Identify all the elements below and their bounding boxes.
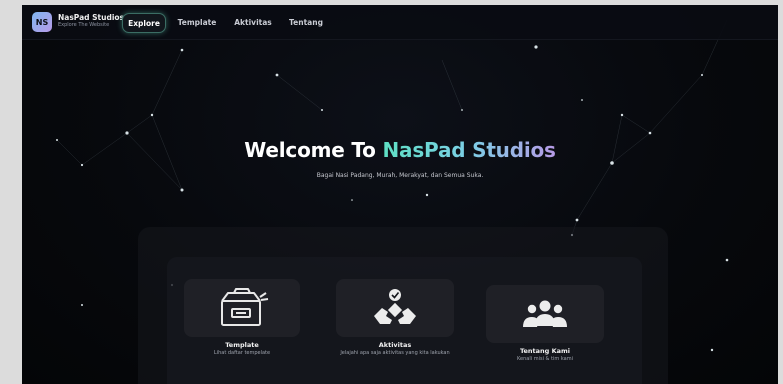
helping-hands-icon	[374, 289, 416, 324]
tab-tentang[interactable]: Tentang	[284, 13, 328, 31]
card-tentang-kami-icon-box	[486, 285, 604, 343]
brand-logo[interactable]: NS	[32, 12, 52, 32]
card-tentang-kami[interactable]: Tentang Kami Kenali misi & tim kami	[486, 285, 604, 362]
app-window: NS NasPad Studios Explore The Website Ex…	[22, 5, 778, 384]
card-aktivitas[interactable]: Aktivitas Jelajahi apa saja aktivitas ya…	[330, 279, 460, 356]
brand-name: NasPad Studios	[58, 13, 125, 22]
tab-explore[interactable]: Explore	[122, 13, 166, 33]
card-template-icon-box	[184, 279, 300, 337]
card-template[interactable]: Template Lihat daftar tempelate	[184, 279, 300, 356]
hero-title: Welcome To NasPad Studios	[22, 138, 778, 162]
card-aktivitas-title: Aktivitas	[378, 341, 412, 349]
hero-title-prefix: Welcome To	[244, 138, 383, 162]
tab-aktivitas[interactable]: Aktivitas	[228, 13, 278, 31]
hero-title-accent: NasPad Studios	[382, 138, 556, 162]
card-template-title: Template	[225, 341, 259, 349]
brand-tagline: Explore The Website	[58, 22, 110, 28]
hero-subtitle: Bagai Nasi Padang, Murah, Merakyat, dan …	[316, 172, 484, 179]
file-cabinet-icon	[221, 288, 269, 326]
card-template-desc: Lihat daftar tempelate	[213, 350, 271, 356]
card-tentang-kami-desc: Kenali misi & tim kami	[517, 356, 573, 362]
card-tentang-kami-title: Tentang Kami	[519, 347, 571, 355]
card-aktivitas-desc: Jelajahi apa saja aktivitas yang kita la…	[340, 350, 450, 356]
top-navbar: NS NasPad Studios Explore The Website Ex…	[22, 5, 778, 40]
team-group-icon	[523, 300, 567, 327]
brand-block: NasPad Studios Explore The Website	[58, 13, 124, 29]
card-aktivitas-icon-box	[336, 279, 454, 337]
tab-template[interactable]: Template	[172, 13, 222, 31]
